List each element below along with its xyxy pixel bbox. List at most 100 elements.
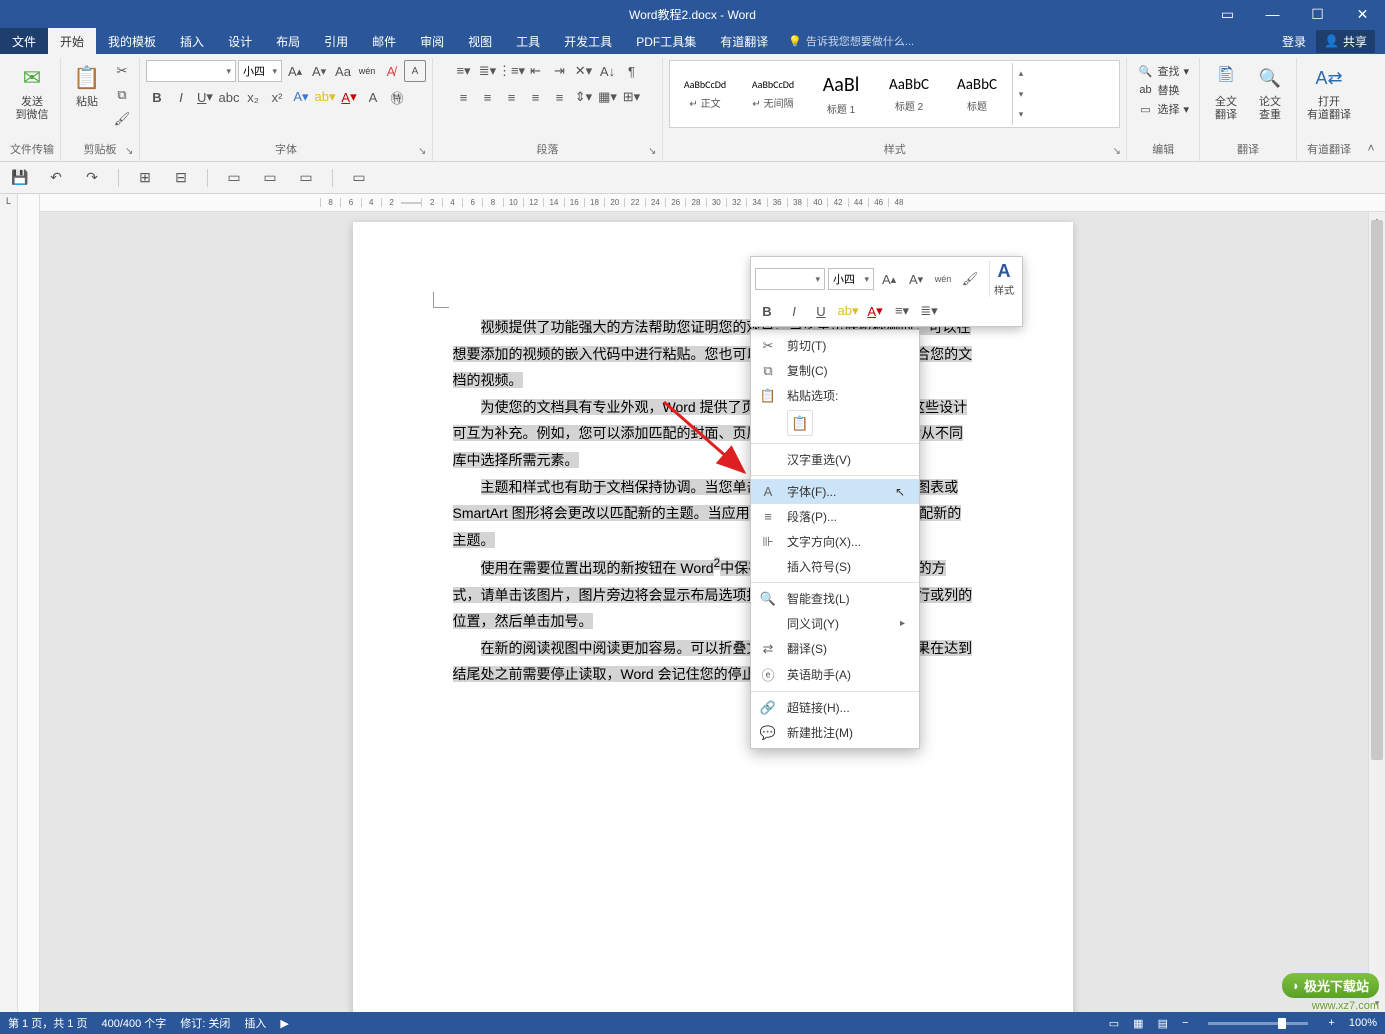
subscript-button[interactable]: x₂ [242,86,264,108]
context-new-comment[interactable]: 💬新建批注(M) [751,720,919,745]
paste-keep-source-icon[interactable]: 📋 [787,410,813,436]
copy-button[interactable]: ⧉ [111,84,133,106]
increase-indent-button[interactable]: ⇥ [549,60,571,82]
font-name-combo[interactable]: ▾ [146,60,236,82]
undo-button[interactable]: ↶ [46,168,66,188]
style-normal[interactable]: AaBbCcDd ↵ 正文 [672,63,738,125]
replace-button[interactable]: ab替换 [1133,81,1193,99]
collapse-ribbon-icon[interactable]: ˄ [1361,58,1381,161]
styles-gallery[interactable]: AaBbCcDd ↵ 正文 AaBbCcDd ↵ 无间隔 AaBl 标题 1 A… [669,60,1120,128]
open-youdao-button[interactable]: A⇄ 打开 有道翻译 [1303,60,1355,124]
send-to-wechat-button[interactable]: ✉ 发送 到微信 [12,60,53,124]
line-spacing-button[interactable]: ⇕▾ [573,86,595,108]
scrollbar-thumb[interactable] [1371,220,1383,760]
qat-btn-2[interactable]: ⊟ [171,168,191,188]
clipboard-dialog-launcher[interactable]: ↘ [125,146,137,158]
styles-down-icon[interactable]: ▾ [1013,84,1029,105]
zoom-slider[interactable] [1208,1022,1308,1025]
tab-review[interactable]: 审阅 [408,28,456,54]
style-heading2[interactable]: AaBbC 标题 2 [876,63,942,125]
context-cut[interactable]: ✂剪切(T) [751,333,919,358]
underline-button[interactable]: U▾ [194,86,216,108]
mini-format-painter-button[interactable]: 🖌 [958,268,982,290]
mini-font-color-button[interactable]: A▾ [863,300,887,322]
text-effects-button[interactable]: A▾ [290,86,312,108]
tab-pdf[interactable]: PDF工具集 [624,28,708,54]
multilevel-button[interactable]: ⋮≡▾ [501,60,523,82]
show-marks-button[interactable]: ¶ [621,60,643,82]
superscript-button[interactable]: x² [266,86,288,108]
strikethrough-button[interactable]: abc [218,86,240,108]
tab-mytemplates[interactable]: 我的模板 [96,28,168,54]
phonetic-guide-button[interactable]: wén [356,60,378,82]
qat-btn-1[interactable]: ⊞ [135,168,155,188]
decrease-indent-button[interactable]: ⇤ [525,60,547,82]
ribbon-display-icon[interactable]: ▭ [1205,0,1250,28]
tellme-search[interactable]: 💡 告诉我您想要做什么... [780,28,922,54]
mini-styles-button[interactable]: A 样式 [989,261,1018,297]
status-macro-icon[interactable]: ▶ [280,1017,288,1030]
mini-shrink-font-button[interactable]: A▾ [904,268,928,290]
tab-mailings[interactable]: 邮件 [360,28,408,54]
paste-button[interactable]: 📋 粘贴 [67,60,107,111]
tab-layout[interactable]: 布局 [264,28,312,54]
vertical-scrollbar[interactable]: ▴ ▾ [1368,212,1385,1012]
context-text-direction[interactable]: ⊪文字方向(X)... [751,529,919,554]
view-read-icon[interactable]: ▭ [1109,1017,1119,1030]
qat-btn-6[interactable]: ▭ [349,168,369,188]
tab-file[interactable]: 文件 [0,28,48,54]
status-page[interactable]: 第 1 页，共 1 页 [8,1015,87,1031]
paragraph-dialog-launcher[interactable]: ↘ [648,146,660,158]
paper-check-button[interactable]: 🔍 论文 查重 [1250,60,1290,124]
share-button[interactable]: 👤 共享 [1316,30,1375,53]
tab-tools[interactable]: 工具 [504,28,552,54]
char-shading-button[interactable]: A [362,86,384,108]
tab-design[interactable]: 设计 [216,28,264,54]
mini-highlight-button[interactable]: ab▾ [836,300,860,322]
zoom-thumb[interactable] [1278,1018,1286,1029]
view-print-icon[interactable]: ▦ [1133,1017,1143,1030]
mini-bold-button[interactable]: B [755,300,779,322]
borders-button[interactable]: ⊞▾ [621,86,643,108]
login-link[interactable]: 登录 [1282,33,1306,50]
shading-button[interactable]: ▦▾ [597,86,619,108]
context-smart-lookup[interactable]: 🔍智能查找(L) [751,586,919,611]
format-painter-button[interactable]: 🖌 [111,108,133,130]
styles-up-icon[interactable]: ▴ [1013,63,1029,84]
context-insert-symbol[interactable]: 插入符号(S) [751,554,919,579]
vertical-ruler[interactable] [18,194,40,1012]
ruler-tab-selector[interactable]: L [0,194,18,1012]
view-web-icon[interactable]: ▤ [1158,1017,1168,1030]
style-heading1[interactable]: AaBl 标题 1 [808,63,874,125]
char-border-button[interactable]: A [404,60,426,82]
sort-button[interactable]: A↓ [597,60,619,82]
distributed-button[interactable]: ≡ [549,86,571,108]
zoom-in-button[interactable]: + [1328,1017,1334,1029]
status-words[interactable]: 400/400 个字 [101,1015,166,1031]
styles-expand-icon[interactable]: ▾ [1013,104,1029,125]
clear-formatting-button[interactable]: A̸ [380,60,402,82]
mini-font-size-combo[interactable]: 小四▾ [828,268,874,290]
bold-button[interactable]: B [146,86,168,108]
save-button[interactable]: 💾 [10,168,30,188]
document-page[interactable]: 视频提供了功能强大的方法帮助您证明您的观点。当您单击联机视频时，可以在想要添加的… [353,222,1073,1012]
scroll-down-icon[interactable]: ▾ [1369,995,1385,1012]
enclose-button[interactable]: ㊕ [386,86,408,108]
qat-btn-5[interactable]: ▭ [296,168,316,188]
close-icon[interactable]: ✕ [1340,0,1385,28]
document-canvas[interactable]: 8 6 4 2 2 4 6 8 10 12 14 16 18 20 22 24 … [40,194,1385,1012]
highlight-button[interactable]: ab▾ [314,86,336,108]
style-nospacing[interactable]: AaBbCcDd ↵ 无间隔 [740,63,806,125]
qat-btn-4[interactable]: ▭ [260,168,280,188]
align-center-button[interactable]: ≡ [477,86,499,108]
context-english-assistant[interactable]: ⓔ英语助手(A) [751,661,919,688]
context-hanzi-reselect[interactable]: 汉字重选(V) [751,447,919,472]
context-copy[interactable]: ⧉复制(C) [751,358,919,383]
tab-view[interactable]: 视图 [456,28,504,54]
context-paragraph[interactable]: ≡段落(P)... [751,504,919,529]
mini-italic-button[interactable]: I [782,300,806,322]
zoom-out-button[interactable]: − [1182,1017,1188,1029]
status-revision[interactable]: 修订: 关闭 [180,1015,230,1031]
status-insert[interactable]: 插入 [244,1015,266,1031]
maximize-icon[interactable]: ☐ [1295,0,1340,28]
